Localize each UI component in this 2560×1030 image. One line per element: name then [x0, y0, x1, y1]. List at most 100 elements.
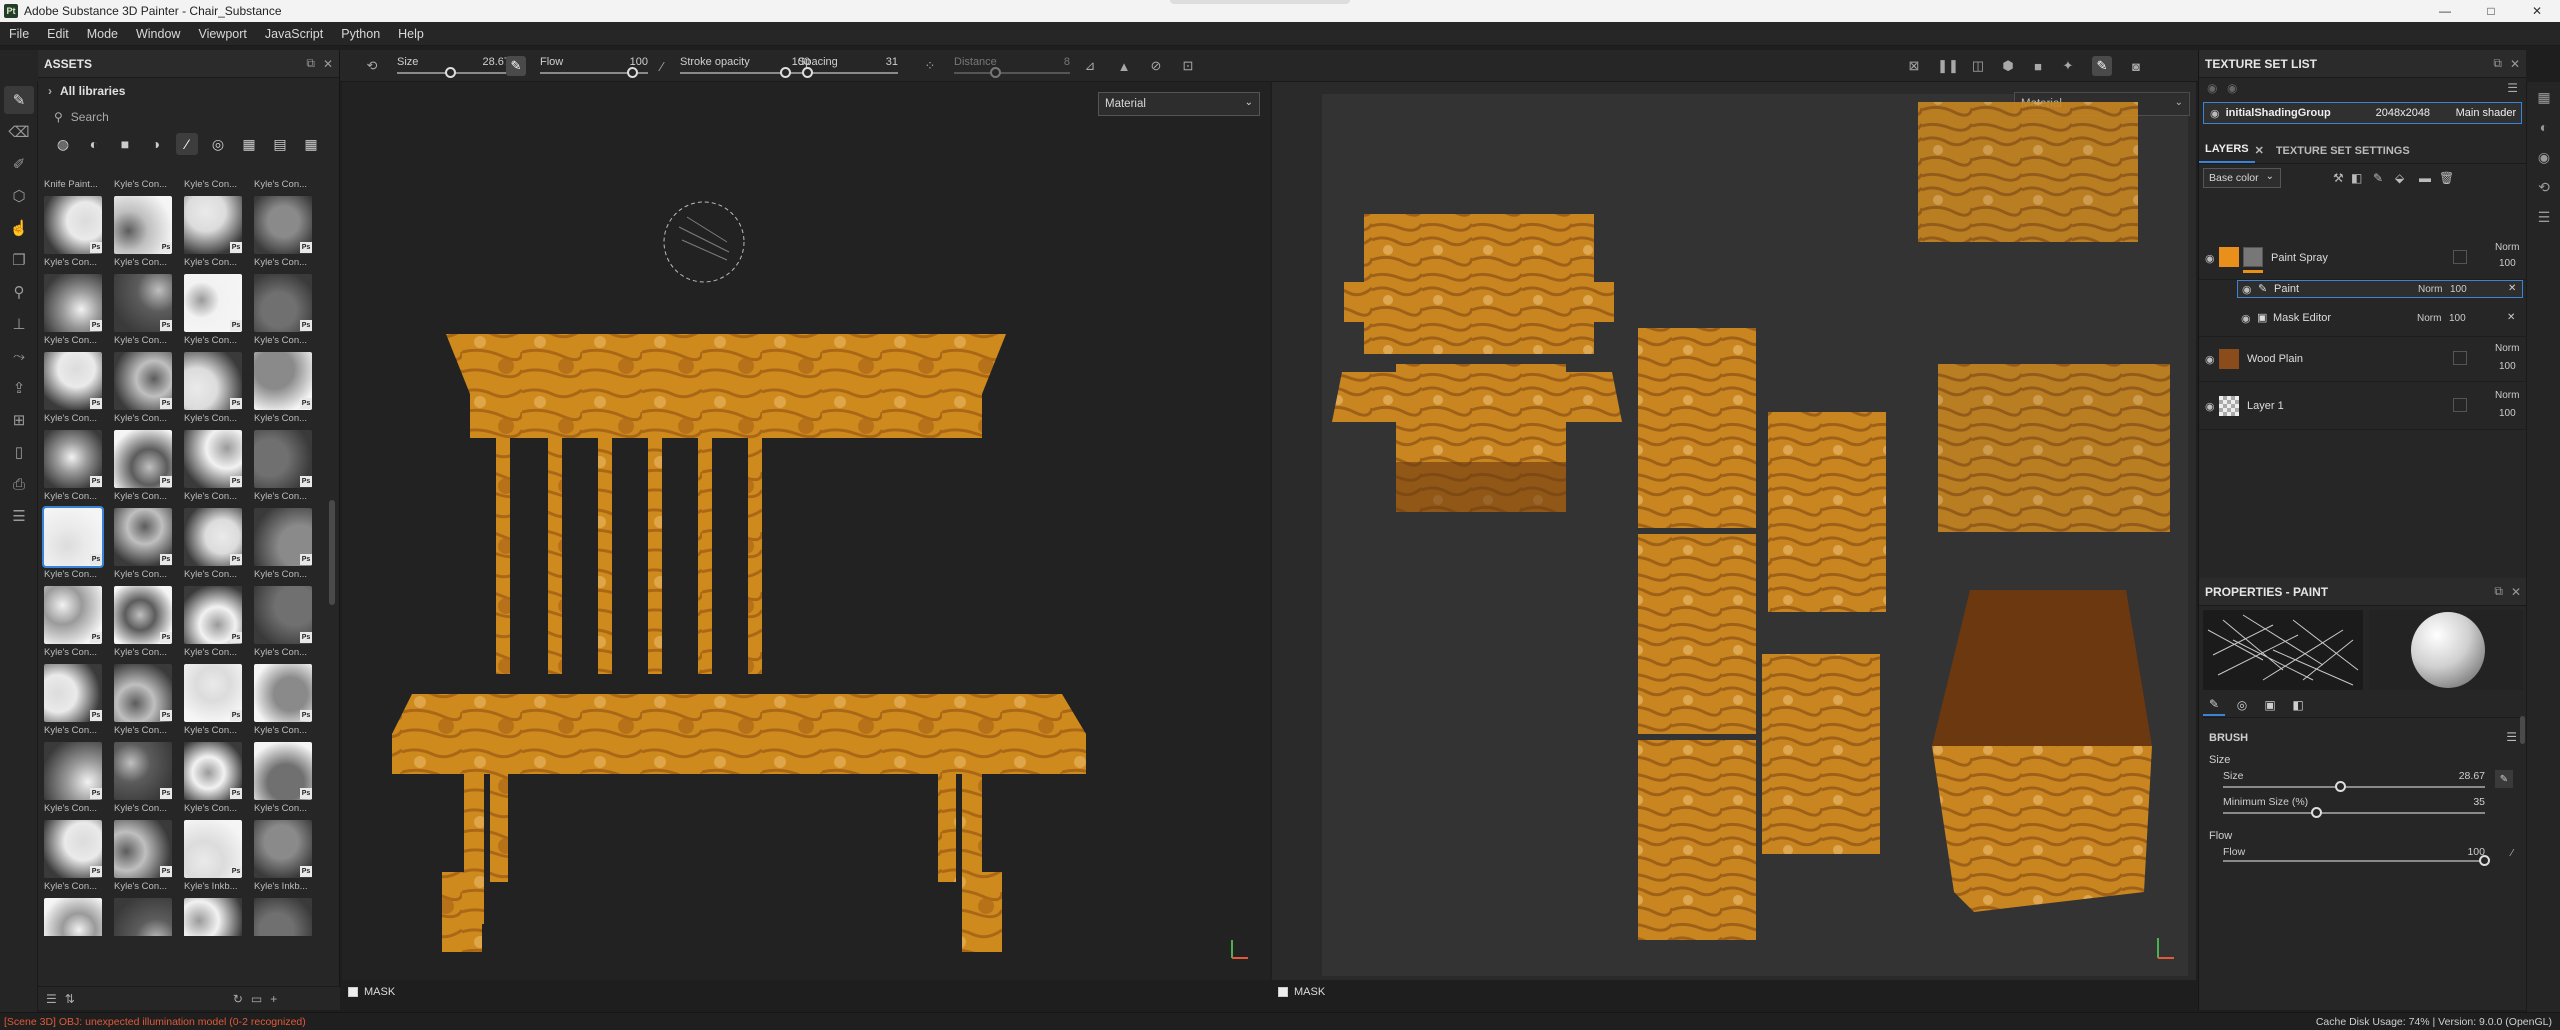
eraser-icon[interactable]: ⌫: [4, 118, 34, 146]
undock-icon[interactable]: ⧉: [306, 56, 315, 71]
asset-thumbnail[interactable]: PsKyle's Con...: [252, 508, 316, 586]
layer-opacity[interactable]: 100: [2499, 258, 2516, 269]
menu-mode[interactable]: Mode: [78, 27, 127, 41]
asset-thumbnail[interactable]: PsKyle's Con...: [112, 196, 176, 274]
status-error[interactable]: [Scene 3D] OBJ: unexpected illumination …: [0, 1016, 306, 1028]
lazy-mouse-icon[interactable]: ⁘: [920, 56, 940, 76]
asset-thumbnail[interactable]: PsKyle's Con...: [112, 352, 176, 430]
close-window-button[interactable]: ✕: [2514, 0, 2560, 22]
export-icon[interactable]: ⎙: [4, 470, 34, 498]
mask-slot[interactable]: [2453, 398, 2467, 412]
blend-mode[interactable]: Norm: [2495, 390, 2519, 401]
asset-thumbnail[interactable]: PsKyle's Con...: [252, 586, 316, 664]
mirror-icon[interactable]: ▲: [1114, 56, 1134, 76]
asset-thumbnail[interactable]: PsKyle's Con...: [182, 274, 246, 352]
folder-icon[interactable]: ▭: [251, 992, 262, 1006]
tab-layers[interactable]: LAYERS: [2199, 139, 2255, 163]
close-icon[interactable]: ✕: [2507, 312, 2515, 323]
history-icon[interactable]: ⟲: [2527, 172, 2560, 202]
layer-paint-spray[interactable]: ◉ Paint Spray Norm 100: [2199, 238, 2527, 280]
display-settings-icon[interactable]: ◐: [2527, 112, 2560, 142]
smudge-icon[interactable]: ☝: [4, 214, 34, 242]
shelf-icon[interactable]: ☰: [4, 502, 34, 530]
procedural-filter-icon[interactable]: ◑: [145, 133, 167, 155]
asset-thumbnail[interactable]: PsKyle's Con...: [182, 430, 246, 508]
asset-thumbnail[interactable]: PsKyle's Con...: [42, 506, 106, 586]
viewport-3d[interactable]: Material ⌄ MASK: [342, 82, 1270, 998]
layer-opacity[interactable]: 100: [2449, 313, 2466, 324]
environment-filter-icon[interactable]: ▤: [269, 133, 291, 155]
mask-slot[interactable]: [2453, 250, 2467, 264]
asset-thumbnail[interactable]: PsKyle's Con...: [252, 176, 316, 196]
eye-icon[interactable]: ◉: [2241, 312, 2255, 325]
menu-help[interactable]: Help: [389, 27, 433, 41]
stencil-tab-icon[interactable]: ▣: [2259, 694, 2281, 716]
render-icon[interactable]: ✦: [2058, 56, 2078, 76]
asset-thumbnail[interactable]: PsKyle's Con...: [112, 742, 176, 820]
size-knob[interactable]: [445, 67, 456, 78]
settings-list-icon[interactable]: ☰: [2507, 81, 2518, 95]
material-filter-icon[interactable]: ◍: [52, 133, 74, 155]
stamp-icon[interactable]: ⊥: [4, 310, 34, 338]
asset-thumbnail[interactable]: PsKyle's Con...: [252, 664, 316, 742]
pause-icon[interactable]: ❚❚: [1937, 56, 1959, 76]
asset-thumbnail[interactable]: PsKyle's Inkb...: [252, 820, 316, 898]
pressure-flow-icon[interactable]: ⁄: [652, 56, 672, 76]
prop-flow-value[interactable]: 100: [2439, 846, 2485, 858]
asset-thumbnail[interactable]: PsKyle's Con...: [112, 430, 176, 508]
brush-menu-icon[interactable]: ☰: [2506, 730, 2517, 744]
refresh-icon[interactable]: ↻: [233, 992, 243, 1006]
eye-icon[interactable]: ◉: [2205, 353, 2219, 366]
asset-thumbnail[interactable]: PsKyle's Con...: [252, 196, 316, 274]
add-mask-icon[interactable]: ◧: [2351, 171, 2362, 185]
distance-knob[interactable]: [990, 67, 1001, 78]
crop-icon[interactable]: ⊡: [1178, 56, 1198, 76]
blend-mode[interactable]: Norm: [2417, 313, 2441, 324]
asset-thumbnail[interactable]: PsKyle's Con...: [112, 586, 176, 664]
asset-thumbnail[interactable]: PsKyle's Inkb...: [42, 898, 106, 936]
asset-thumbnail[interactable]: PsKyle's Con...: [112, 508, 176, 586]
channel-dropdown[interactable]: Base color ⌄: [2203, 168, 2281, 188]
flow-value[interactable]: 100: [600, 56, 648, 68]
undock-icon[interactable]: ⧉: [2493, 56, 2502, 71]
layer-opacity[interactable]: 100: [2499, 361, 2516, 372]
eye-icon[interactable]: ◉: [2227, 81, 2237, 95]
flow-knob[interactable]: [627, 67, 638, 78]
geometry-fill-icon[interactable]: ⬡: [4, 182, 34, 210]
paint-brush-icon[interactable]: ✎: [4, 86, 34, 114]
stroke-opacity-knob[interactable]: [780, 67, 791, 78]
asset-thumbnail[interactable]: PsKyle's Con...: [42, 664, 106, 742]
eye-icon[interactable]: ◉: [2205, 400, 2219, 413]
maximize-button[interactable]: □: [2468, 0, 2514, 22]
title-drag-handle[interactable]: [1170, 0, 1350, 4]
brush-tab-icon[interactable]: ✎: [2203, 694, 2225, 716]
mask-toggle-2d[interactable]: MASK: [1278, 982, 1325, 1002]
asset-thumbnail[interactable]: PsKyle's Con...: [182, 508, 246, 586]
min-size-value[interactable]: 35: [2439, 796, 2485, 808]
layer-layer-1[interactable]: ◉ Layer 1 Norm 100: [2199, 384, 2527, 430]
shader-settings-icon[interactable]: ◉: [2527, 142, 2560, 172]
video-camera-icon[interactable]: ■: [2028, 56, 2048, 76]
symmetry-icon[interactable]: ⟲: [362, 56, 382, 76]
asset-thumbnail[interactable]: PsKyle's Con...: [112, 820, 176, 898]
menu-file[interactable]: File: [0, 27, 38, 41]
asset-thumbnail[interactable]: PsKyle's Con...: [42, 586, 106, 664]
asset-thumbnail[interactable]: PsKyle's Con...: [182, 664, 246, 742]
asset-thumbnail[interactable]: PsKyle's Con...: [42, 820, 106, 898]
layer-opacity[interactable]: 100: [2450, 284, 2467, 295]
asset-thumbnail[interactable]: PsKyle's Con...: [42, 196, 106, 274]
filter-list-icon[interactable]: ☰: [46, 992, 57, 1006]
asset-thumbnail[interactable]: PsKyle's Con...: [182, 586, 246, 664]
add-fill-layer-icon[interactable]: ⬙: [2395, 171, 2404, 185]
pen-pressure-icon[interactable]: ✎: [2495, 770, 2513, 788]
spacing-value[interactable]: 31: [860, 56, 898, 68]
layer-mask-editor[interactable]: ◉ ▣ Mask Editor Norm 100 ✕: [2237, 310, 2523, 328]
log-icon[interactable]: ☰: [2527, 202, 2560, 232]
asset-thumbnail[interactable]: PsKyle's Con...: [252, 430, 316, 508]
grid-view-icon[interactable]: ▦: [300, 133, 322, 155]
asset-thumbnail[interactable]: PsKyle's Con...: [182, 176, 246, 196]
view-mode-icon[interactable]: ◫: [1968, 56, 1988, 76]
add-folder-icon[interactable]: ▬: [2419, 171, 2431, 185]
asset-thumbnail[interactable]: PsKyle's Con...: [112, 176, 176, 196]
pen-pressure-flow-icon[interactable]: ⁄: [2511, 848, 2513, 859]
